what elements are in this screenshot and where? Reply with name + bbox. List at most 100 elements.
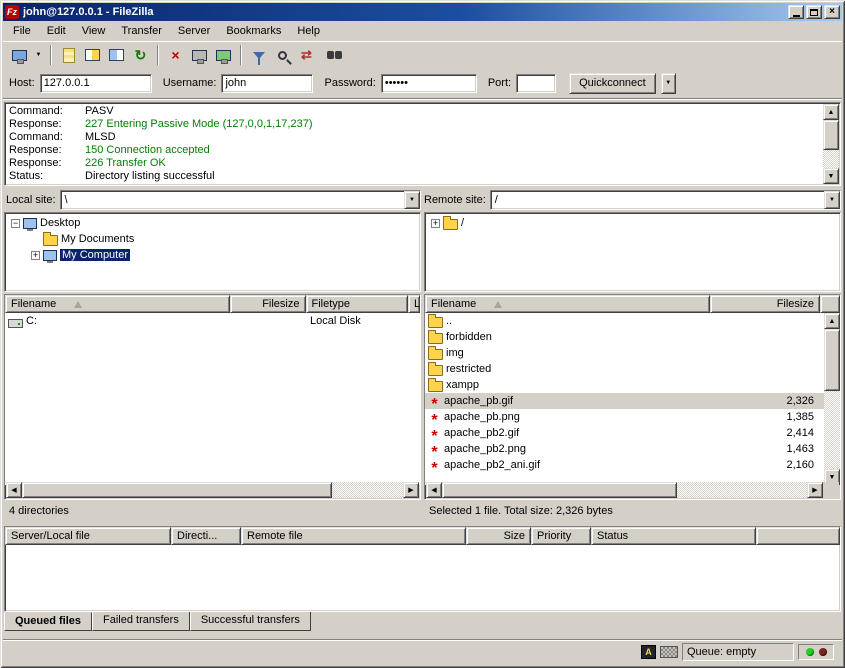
column-header-server-local-file[interactable]: Server/Local file	[5, 527, 171, 545]
log-label: Command:	[9, 131, 85, 144]
tree-item-label: Desktop	[40, 217, 80, 229]
scroll-right-button[interactable]: ▶	[403, 482, 419, 498]
password-input[interactable]	[381, 74, 477, 93]
title-bar[interactable]: Fz john@127.0.0.1 - FileZilla ×	[3, 3, 842, 21]
maximize-button[interactable]	[806, 5, 822, 19]
file-row[interactable]: forbidden	[425, 329, 824, 345]
log-scrollbar[interactable]: ▲ ▼	[823, 104, 839, 184]
menu-file[interactable]: File	[5, 22, 39, 40]
column-header-size[interactable]: Size	[466, 527, 531, 545]
expand-icon[interactable]: +	[431, 219, 440, 228]
tab-failed-transfers[interactable]: Failed transfers	[92, 612, 190, 631]
menu-help[interactable]: Help	[289, 22, 328, 40]
local-horizontal-scrollbar[interactable]: ◀ ▶	[6, 482, 419, 498]
file-row[interactable]: restricted	[425, 361, 824, 377]
filter-button[interactable]	[247, 44, 270, 67]
host-input[interactable]	[40, 74, 152, 93]
remote-site-combo[interactable]: / ▼	[490, 190, 841, 210]
menu-edit[interactable]: Edit	[39, 22, 74, 40]
tree-item-my-documents[interactable]: My Documents	[7, 231, 418, 247]
file-row[interactable]: *apache_pb2.gif 2,414	[425, 425, 824, 441]
column-label: L	[414, 298, 420, 310]
file-row[interactable]: C: Local Disk	[5, 313, 420, 329]
column-header-last-modified[interactable]: L	[408, 295, 420, 313]
find-files-button[interactable]	[319, 44, 342, 67]
refresh-icon: ↻	[135, 47, 147, 64]
column-header-filename[interactable]: Filename	[5, 295, 230, 313]
scroll-left-icon: ◀	[11, 487, 16, 494]
menu-server[interactable]: Server	[170, 22, 218, 40]
username-input[interactable]	[221, 74, 313, 93]
expand-icon[interactable]: +	[31, 251, 40, 260]
port-input[interactable]	[516, 74, 556, 93]
column-header-remote-file[interactable]: Remote file	[241, 527, 466, 545]
synchronized-browsing-button[interactable]: ⇄	[295, 44, 318, 67]
local-status-text: 4 directories	[4, 501, 421, 521]
collapse-icon[interactable]: −	[11, 219, 20, 228]
remote-tree-icon	[109, 49, 124, 61]
file-row[interactable]: xampp	[425, 377, 824, 393]
scrollbar-thumb[interactable]	[22, 482, 332, 498]
file-row[interactable]: *apache_pb2_ani.gif 2,160	[425, 457, 824, 473]
quickconnect-button[interactable]: Quickconnect	[569, 73, 656, 94]
scroll-left-button[interactable]: ◀	[6, 482, 22, 498]
minimize-icon	[793, 15, 800, 17]
close-button[interactable]: ×	[824, 5, 840, 19]
disconnect-button[interactable]	[188, 44, 211, 67]
scrollbar-thumb[interactable]	[824, 329, 840, 391]
tree-item-desktop[interactable]: − Desktop	[7, 215, 418, 231]
scroll-up-button[interactable]: ▲	[824, 313, 840, 329]
menu-transfer[interactable]: Transfer	[113, 22, 170, 40]
local-site-combo[interactable]: \ ▼	[60, 190, 421, 210]
reconnect-button[interactable]	[212, 44, 235, 67]
remote-site-row: Remote site: / ▼	[424, 190, 841, 210]
tree-item-my-computer[interactable]: + My Computer	[7, 247, 418, 263]
column-header-filesize[interactable]: Filesize	[230, 295, 306, 313]
combo-dropdown-button[interactable]: ▼	[404, 191, 420, 209]
file-row[interactable]: ..	[425, 313, 824, 329]
file-row[interactable]: *apache_pb.png 1,385	[425, 409, 824, 425]
tab-queued-files[interactable]: Queued files	[4, 612, 92, 631]
directory-comparison-button[interactable]	[271, 44, 294, 67]
column-header-filesize[interactable]: Filesize	[710, 295, 820, 313]
file-row-selected[interactable]: *apache_pb.gif 2,326	[425, 393, 824, 409]
column-header-filename[interactable]: Filename	[425, 295, 710, 313]
refresh-button[interactable]: ↻	[129, 44, 152, 67]
remote-vertical-scrollbar[interactable]: ▲ ▼	[824, 313, 840, 485]
tree-item-root[interactable]: + /	[427, 215, 838, 231]
menu-bookmarks[interactable]: Bookmarks	[218, 22, 289, 40]
folder-icon	[428, 349, 443, 360]
column-header-status[interactable]: Status	[591, 527, 756, 545]
column-header-priority[interactable]: Priority	[531, 527, 591, 545]
site-manager-dropdown[interactable]: ▼	[32, 44, 45, 67]
site-manager-button[interactable]	[8, 44, 31, 67]
scroll-left-button[interactable]: ◀	[426, 482, 442, 498]
file-row[interactable]: *apache_pb2.png 1,463	[425, 441, 824, 457]
filezilla-window: Fz john@127.0.0.1 - FileZilla × File Edi…	[0, 0, 845, 668]
sort-ascending-icon	[494, 301, 502, 308]
tab-label: Successful transfers	[201, 614, 300, 626]
desktop-icon	[23, 218, 37, 229]
scrollbar-thumb[interactable]	[823, 120, 839, 150]
scrollbar-thumb[interactable]	[442, 482, 677, 498]
column-header-filetype[interactable]: Filetype	[306, 295, 409, 313]
file-name: img	[446, 347, 464, 359]
toggle-remote-tree-button[interactable]	[105, 44, 128, 67]
toggle-message-log-button[interactable]	[57, 44, 80, 67]
tab-successful-transfers[interactable]: Successful transfers	[190, 612, 311, 631]
file-size: 2,414	[710, 427, 820, 439]
menu-view[interactable]: View	[74, 22, 114, 40]
disconnect-icon	[192, 50, 207, 61]
toggle-local-tree-button[interactable]	[81, 44, 104, 67]
file-row[interactable]: img	[425, 345, 824, 361]
minimize-button[interactable]	[788, 5, 804, 19]
scroll-right-button[interactable]: ▶	[807, 482, 823, 498]
column-header-direction[interactable]: Directi...	[171, 527, 241, 545]
scroll-down-button[interactable]: ▼	[823, 168, 839, 184]
combo-dropdown-button[interactable]: ▼	[824, 191, 840, 209]
cancel-button[interactable]: ×	[164, 44, 187, 67]
transfer-type-icon: A	[641, 645, 656, 659]
remote-horizontal-scrollbar[interactable]: ◀ ▶	[426, 482, 823, 498]
quickconnect-dropdown[interactable]: ▼	[661, 73, 676, 94]
scroll-up-button[interactable]: ▲	[823, 104, 839, 120]
